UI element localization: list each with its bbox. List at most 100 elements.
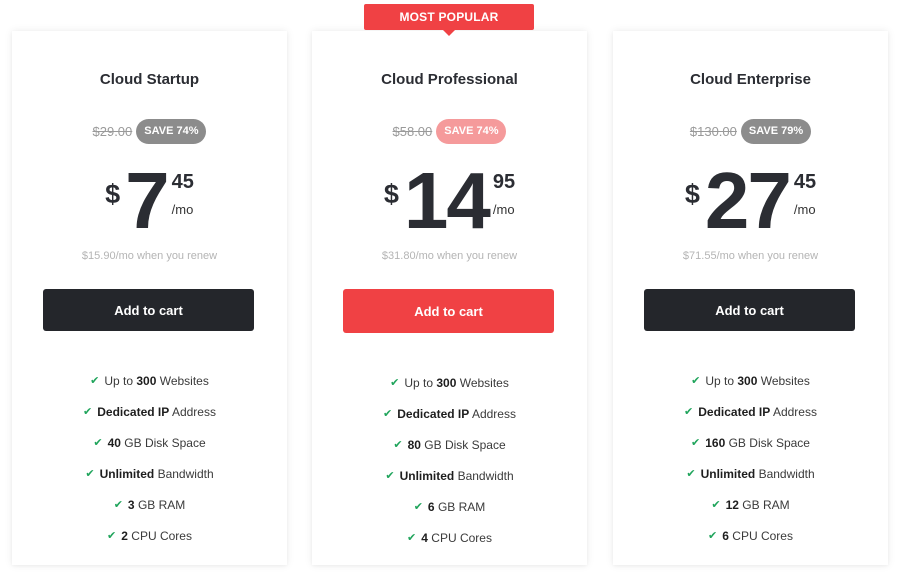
feature-post-text: GB RAM [434,499,486,514]
most-popular-ribbon: MOST POPULAR [364,4,534,36]
plan-name: Cloud Professional [381,71,518,88]
currency-symbol: $ [105,179,121,209]
feature-item: ✔ 4 CPU Cores [312,522,587,553]
price: $ 14 95 /mo [312,161,587,241]
feature-bold-text: 160 [705,435,726,450]
check-icon: ✔ [85,468,95,480]
feature-post-text: Bandwidth [454,468,514,483]
check-icon: ✔ [390,377,400,389]
save-badge: SAVE 79% [740,119,812,144]
feature-bold-text: 300 [136,373,157,388]
price-period: /mo [171,202,194,217]
renew-price: $31.80/mo when you renew [381,250,518,262]
feature-post-text: Websites [757,373,810,388]
feature-item: ✔ Unlimited Bandwidth [312,460,587,491]
feature-post-text: GB Disk Space [420,437,506,452]
check-icon: ✔ [113,499,123,511]
feature-bold-text: 6 [722,528,729,543]
feature-bold-text: 40 [107,435,121,450]
feature-item: ✔ Dedicated IP Address [613,396,888,427]
check-icon: ✔ [686,468,696,480]
feature-post-text: CPU Cores [127,528,192,543]
old-price: $130.00 [689,124,737,139]
feature-bold-text: 3 [127,497,135,512]
feature-item: ✔ 6 CPU Cores [613,520,888,551]
feature-post-text: GB Disk Space [120,435,206,450]
pricing-card-enterprise: Cloud Enterprise $130.00 SAVE 79% $ 27 4… [613,31,888,565]
check-icon: ✔ [93,437,103,449]
check-icon: ✔ [708,530,718,542]
feature-post-text: Bandwidth [154,466,214,481]
feature-pre-text: Up to [705,373,738,388]
price: $ 7 45 /mo [12,161,287,241]
feature-bold-text: 4 [421,530,428,545]
feature-item: ✔ 6 GB RAM [312,491,587,522]
feature-item: ✔ 3 GB RAM [12,489,287,520]
check-icon: ✔ [684,406,694,418]
feature-bold-text: 80 [407,437,421,452]
add-to-cart-button[interactable]: Add to cart [343,289,554,333]
old-price: $29.00 [92,124,133,139]
pricing-card-professional: Cloud Professional $58.00 SAVE 74% $ 14 … [312,31,587,565]
feature-item: ✔ 12 GB RAM [613,489,888,520]
feature-post-text: Address [770,404,817,419]
feature-bold-text: Unlimited [700,466,756,481]
check-icon: ✔ [711,499,721,511]
check-icon: ✔ [691,375,701,387]
feature-post-text: CPU Cores [427,530,492,545]
currency-symbol: $ [383,179,399,209]
check-icon: ✔ [90,375,100,387]
feature-post-text: Bandwidth [755,466,815,481]
feature-post-text: Address [169,404,216,419]
feature-bold-text: 6 [427,499,435,514]
feature-item: ✔ 160 GB Disk Space [613,427,888,458]
check-icon: ✔ [83,406,93,418]
check-icon: ✔ [413,501,423,513]
feature-list: ✔ Up to 300 Websites ✔ Dedicated IP Address… [12,365,287,551]
add-to-cart-button[interactable]: Add to cart [644,289,855,331]
feature-bold-text: 2 [121,528,128,543]
feature-item: ✔ 40 GB Disk Space [12,427,287,458]
feature-post-text: Websites [456,375,509,390]
feature-item: ✔ Up to 300 Websites [613,365,888,396]
feature-item: ✔ Dedicated IP Address [312,398,587,429]
feature-bold-text: Unlimited [99,466,155,481]
renew-price: $15.90/mo when you renew [81,250,218,262]
feature-pre-text: Up to [404,375,437,390]
feature-post-text: Address [469,406,516,421]
discount-row: $130.00 SAVE 79% [613,119,888,144]
feature-pre-text: Up to [104,373,137,388]
plan-name: Cloud Enterprise [690,71,811,88]
feature-item: ✔ Up to 300 Websites [12,365,287,396]
pricing-card-startup: Cloud Startup $29.00 SAVE 74% $ 7 45 /mo… [12,31,287,565]
feature-post-text: CPU Cores [728,528,793,543]
save-badge: SAVE 74% [136,119,207,144]
price-cents: 45 [171,171,194,193]
check-icon: ✔ [393,439,403,451]
price-cents: 95 [492,171,516,193]
save-badge: SAVE 74% [436,119,507,144]
feature-post-text: GB RAM [738,497,790,512]
old-price: $58.00 [392,124,433,139]
feature-post-text: GB RAM [134,497,186,512]
feature-item: ✔ Unlimited Bandwidth [613,458,888,489]
check-icon: ✔ [385,470,395,482]
price: $ 27 45 /mo [613,161,888,241]
check-icon: ✔ [691,437,701,449]
feature-post-text: Websites [156,373,209,388]
feature-bold-text: Unlimited [399,468,455,483]
feature-bold-text: 12 [725,497,739,512]
feature-item: ✔ 80 GB Disk Space [312,429,587,460]
currency-symbol: $ [684,179,700,209]
renew-price: $71.55/mo when you renew [682,250,819,262]
price-main: 14 [403,156,491,245]
check-icon: ✔ [107,530,117,542]
price-main: 27 [704,156,792,245]
discount-row: $29.00 SAVE 74% [12,119,287,144]
feature-bold-text: 300 [436,375,457,390]
add-to-cart-button[interactable]: Add to cart [43,289,254,331]
feature-post-text: GB Disk Space [725,435,810,450]
check-icon: ✔ [383,408,393,420]
price-period: /mo [492,202,515,217]
check-icon: ✔ [407,532,417,544]
